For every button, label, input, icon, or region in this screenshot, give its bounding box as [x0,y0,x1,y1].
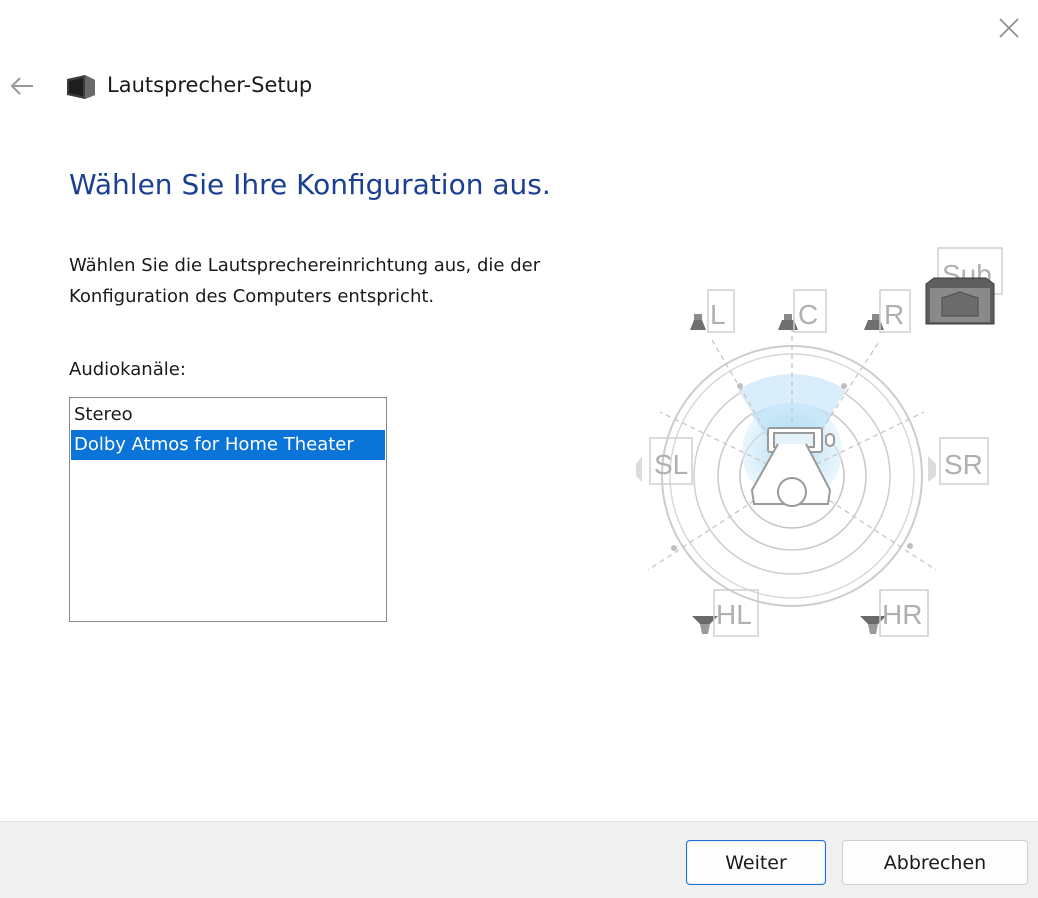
close-button[interactable] [986,6,1032,50]
speaker-icon [67,75,95,99]
speaker-label-right: R [884,299,904,330]
speaker-side-left: SL [636,437,693,485]
description-text: Wählen Sie die Lautsprechereinrichtung a… [69,255,541,307]
speaker-label-side-left: SL [654,449,688,480]
speaker-label-height-right: HR [882,599,922,630]
cancel-button[interactable]: Abbrechen [842,840,1028,885]
speaker-label-height-left: HL [716,599,752,630]
speaker-right: R [864,289,911,333]
speaker-left: L [690,289,735,333]
audio-channels-list[interactable]: Stereo Dolby Atmos for Home Theater [69,397,387,622]
window-title: Lautsprecher-Setup [107,73,313,97]
audio-channels-label: Audiokanäle: [69,359,186,380]
back-button[interactable] [4,68,40,104]
speaker-configuration-diagram: L C R Sub SL SR HL HR [636,247,1003,637]
speaker-label-left: L [710,299,726,330]
list-item-stereo[interactable]: Stereo [71,400,385,430]
speaker-label-side-right: SR [944,449,983,480]
close-icon [999,18,1019,38]
speaker-height-left: HL [692,589,759,637]
speaker-center: C [778,289,827,333]
page-heading: Wählen Sie Ihre Konfiguration aus. [69,168,551,201]
speaker-side-right: SR [928,437,989,485]
list-item-dolby-atmos[interactable]: Dolby Atmos for Home Theater [71,430,385,460]
arrow-left-icon [10,77,33,95]
next-button[interactable]: Weiter [686,840,826,885]
speaker-sub: Sub [925,247,1003,325]
footer-bar: Weiter Abbrechen [0,821,1038,898]
speaker-label-center: C [798,299,818,330]
speaker-height-right: HR [860,589,929,637]
